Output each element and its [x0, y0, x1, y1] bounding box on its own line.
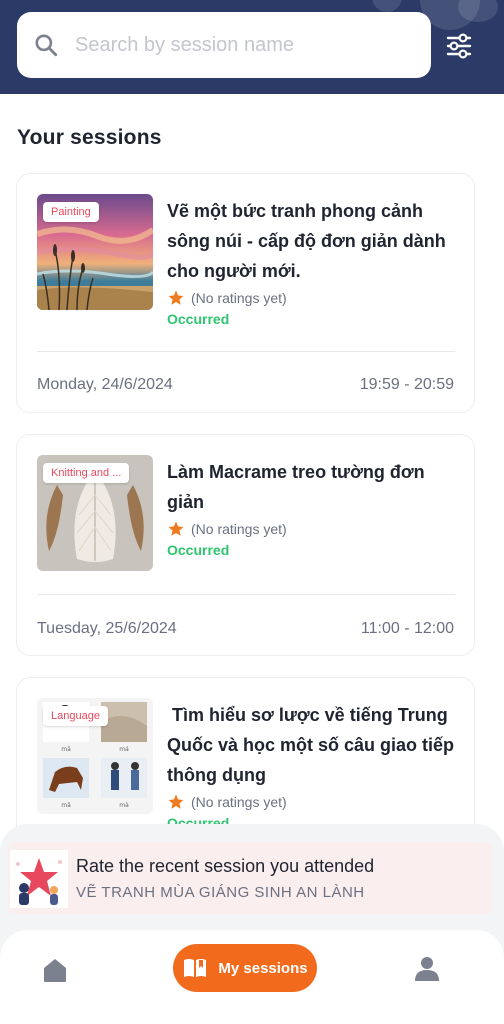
- flashcard-caption: má: [119, 746, 129, 753]
- session-card[interactable]: Knitting and ... Làm Macrame treo tường …: [16, 434, 475, 656]
- header-decoration: [372, 0, 402, 12]
- rating: (No ratings yet): [167, 289, 287, 307]
- nav-my-sessions-button[interactable]: My sessions: [173, 944, 317, 992]
- search-bar[interactable]: [17, 12, 431, 78]
- session-date: Tuesday, 25/6/2024: [37, 620, 177, 637]
- flashcard-caption: mà: [119, 802, 129, 809]
- star-icon: [168, 521, 184, 536]
- rate-banner-subtitle: VẼ TRANH MÙA GIÁNG SINH AN LÀNH: [76, 884, 365, 901]
- session-card[interactable]: Painting Vẽ một bức tranh phong cảnh sôn…: [16, 173, 475, 413]
- section-title: Your sessions: [17, 126, 162, 149]
- rating-text: (No ratings yet): [191, 290, 287, 306]
- divider: [37, 351, 455, 352]
- top-header: [0, 0, 504, 94]
- filter-icon[interactable]: [442, 30, 476, 62]
- bottom-navigation: My sessions: [0, 930, 504, 1024]
- session-time: 11:00 - 12:00: [360, 620, 454, 637]
- category-tag: Painting: [43, 202, 99, 222]
- rating: (No ratings yet): [167, 793, 287, 811]
- category-tag: Knitting and ...: [43, 463, 130, 483]
- star-icon: [168, 290, 184, 305]
- rating: (No ratings yet): [167, 520, 287, 538]
- rate-session-banner[interactable]: Rate the recent session you attended VẼ …: [8, 842, 492, 914]
- session-title: Làm Macrame treo tường đơn giản: [167, 462, 425, 512]
- status-badge: Occurred: [167, 542, 230, 558]
- session-title: Tìm hiểu sơ lược về tiếng Trung Quốc và …: [167, 705, 460, 785]
- session-title: Vẽ một bức tranh phong cảnh sông núi - c…: [167, 201, 446, 281]
- rating-text: (No ratings yet): [191, 794, 287, 810]
- nav-my-sessions-label: My sessions: [218, 959, 308, 977]
- star-icon: [168, 794, 184, 809]
- session-time: 19:59 - 20:59: [359, 376, 454, 393]
- flashcard-caption: mǎ: [61, 802, 71, 809]
- rating-illustration-icon: [10, 850, 68, 908]
- book-icon: [184, 959, 207, 977]
- divider: [37, 594, 455, 595]
- rate-banner-title: Rate the recent session you attended: [76, 856, 375, 876]
- home-icon[interactable]: [40, 955, 70, 985]
- flashcard-caption: mā: [61, 746, 71, 753]
- rating-text: (No ratings yet): [191, 521, 287, 537]
- search-input[interactable]: [75, 33, 405, 57]
- user-icon[interactable]: [412, 954, 442, 984]
- category-tag: Language: [43, 706, 108, 726]
- status-badge: Occurred: [167, 311, 230, 327]
- session-date: Monday, 24/6/2024: [37, 376, 173, 393]
- search-icon: [35, 34, 58, 57]
